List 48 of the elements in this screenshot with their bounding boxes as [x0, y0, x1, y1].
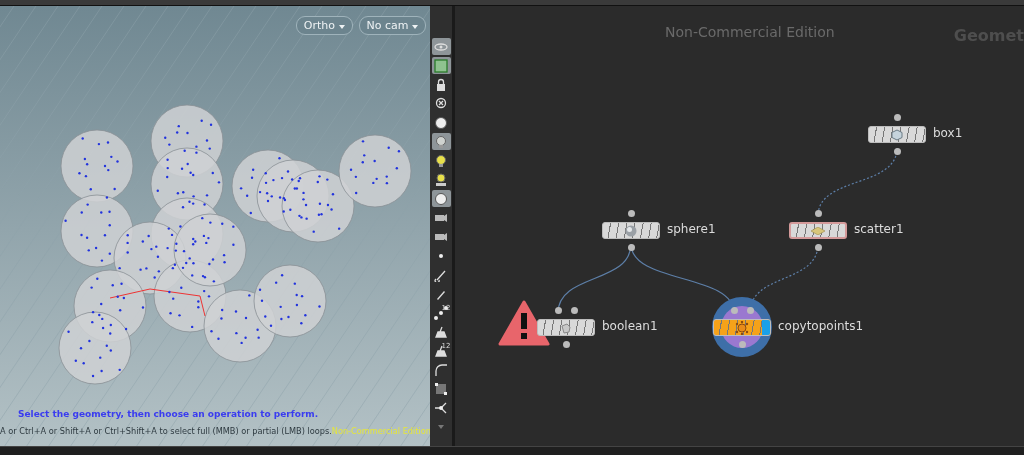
- toolbar-button[interactable]: [431, 57, 451, 74]
- toolbar-button[interactable]: [431, 133, 451, 150]
- boolean-icon: [560, 321, 572, 334]
- frame-icon: [434, 58, 448, 73]
- paint-icon: [434, 343, 448, 358]
- caret-icon: [412, 25, 418, 29]
- curve-icon: [434, 362, 448, 377]
- node-name: scatter1: [854, 222, 904, 236]
- output-port[interactable]: [562, 340, 570, 348]
- output-port[interactable]: [893, 147, 901, 155]
- bulb-off-icon: [434, 96, 448, 111]
- network-node[interactable]: [602, 222, 660, 239]
- sphere-icon: [625, 224, 637, 237]
- node-name: copytopoints1: [778, 319, 864, 333]
- edition-label: Non-Commercial Edition: [331, 426, 430, 436]
- ball-icon: [434, 191, 448, 206]
- input-port[interactable]: [893, 113, 901, 121]
- ball-icon: [434, 115, 448, 130]
- toolbar-button[interactable]: [431, 190, 451, 207]
- view-menu-button[interactable]: No cam: [358, 16, 426, 35]
- paint-icon: [434, 324, 448, 339]
- bulb-icon: [434, 134, 448, 149]
- node-name: boolean1: [602, 319, 658, 333]
- bulb-lit-icon: [434, 153, 448, 168]
- view-menu-button[interactable]: Ortho: [295, 16, 353, 35]
- network-node[interactable]: [537, 319, 595, 336]
- scatter-icon: [811, 226, 825, 235]
- network-node[interactable]: [789, 222, 847, 239]
- axis-icon: [434, 400, 448, 415]
- toolbar-button[interactable]: [431, 38, 451, 55]
- output-port[interactable]: [814, 243, 822, 251]
- selection-hint: A or Ctrl+A or Shift+A or Ctrl+Shift+A to select full (MMB) or partial (LMB) loops.: [0, 426, 332, 436]
- network-node[interactable]: [868, 126, 926, 143]
- network-node[interactable]: [713, 319, 771, 336]
- node-name: box1: [933, 126, 963, 140]
- lock-icon: [434, 77, 448, 92]
- operation-prompt: Select the geometry, then choose an operation to perform.: [18, 409, 319, 419]
- copy-points-icon: [735, 320, 749, 335]
- input-port[interactable]: [814, 209, 822, 217]
- node-name: sphere1: [667, 222, 716, 236]
- input-port[interactable]: [627, 209, 635, 217]
- caret-icon: [338, 25, 345, 29]
- edition-watermark: Non-Commercial Edition: [665, 24, 835, 40]
- bulb-base-icon: [434, 172, 448, 187]
- cube-icon: [891, 128, 903, 141]
- display-flag-icon: [762, 320, 770, 335]
- grid-icon: [434, 381, 448, 396]
- output-port[interactable]: [627, 243, 635, 251]
